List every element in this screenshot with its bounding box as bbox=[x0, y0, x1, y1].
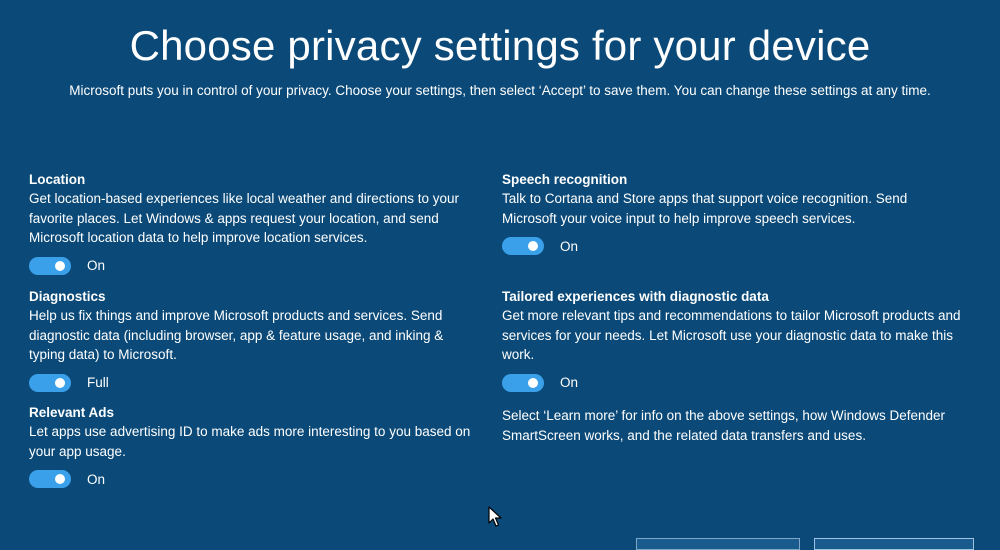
setting-location-title: Location bbox=[29, 172, 86, 187]
setting-tailored-experiences-description: Get more relevant tips and recommendatio… bbox=[502, 308, 961, 362]
location-toggle-state: On bbox=[87, 258, 106, 273]
learn-more-button[interactable] bbox=[636, 538, 800, 550]
setting-tailored-experiences: Tailored experiences with diagnostic dat… bbox=[502, 287, 962, 393]
toggle-knob bbox=[55, 474, 65, 484]
relevant-ads-toggle-state: On bbox=[87, 471, 106, 487]
setting-relevant-ads-description: Let apps use advertising ID to make ads … bbox=[29, 424, 471, 459]
toggle-knob bbox=[55, 260, 65, 271]
diagnostics-toggle-state: Full bbox=[87, 375, 109, 390]
setting-relevant-ads-toggle-row: On bbox=[29, 469, 479, 489]
setting-speech-recognition-description: Talk to Cortana and Store apps that supp… bbox=[502, 191, 908, 226]
setting-relevant-ads-title: Relevant Ads bbox=[29, 405, 115, 420]
toggle-knob bbox=[55, 377, 65, 388]
speech-recognition-toggle[interactable] bbox=[502, 237, 544, 255]
setting-location-description: Get location-based experiences like loca… bbox=[29, 191, 459, 245]
page-title: Choose privacy settings for your device bbox=[129, 22, 871, 69]
tailored-experiences-toggle[interactable] bbox=[502, 373, 544, 392]
speech-recognition-toggle-state: On bbox=[560, 238, 579, 254]
page-subtitle: Microsoft puts you in control of your pr… bbox=[69, 83, 931, 98]
tailored-experiences-toggle-state: On bbox=[560, 375, 579, 390]
setting-diagnostics-title: Diagnostics bbox=[29, 289, 106, 304]
setting-speech-recognition-title: Speech recognition bbox=[502, 172, 628, 187]
mouse-cursor-icon bbox=[488, 506, 502, 527]
setting-relevant-ads: Relevant Ads Let apps use advertising ID… bbox=[29, 403, 479, 489]
relevant-ads-toggle[interactable] bbox=[29, 470, 71, 488]
accept-button[interactable] bbox=[814, 538, 974, 550]
setting-speech-recognition-toggle-row: On bbox=[502, 236, 962, 256]
toggle-knob bbox=[528, 377, 538, 388]
learn-more-note: Select ‘Learn more’ for info on the abov… bbox=[502, 408, 945, 443]
setting-tailored-experiences-title: Tailored experiences with diagnostic dat… bbox=[502, 289, 769, 304]
setting-tailored-experiences-toggle-row: On bbox=[502, 373, 962, 393]
setting-diagnostics-description: Help us fix things and improve Microsoft… bbox=[29, 308, 444, 362]
setting-diagnostics: Diagnostics Help us fix things and impro… bbox=[29, 287, 479, 393]
toggle-knob bbox=[528, 241, 538, 251]
setting-speech-recognition: Speech recognition Talk to Cortana and S… bbox=[502, 170, 962, 256]
setting-location-toggle-row: On bbox=[29, 256, 479, 276]
diagnostics-toggle[interactable] bbox=[29, 373, 71, 392]
setting-diagnostics-toggle-row: Full bbox=[29, 373, 479, 393]
location-toggle[interactable] bbox=[29, 256, 71, 275]
setting-location: Location Get location-based experiences … bbox=[29, 170, 479, 276]
